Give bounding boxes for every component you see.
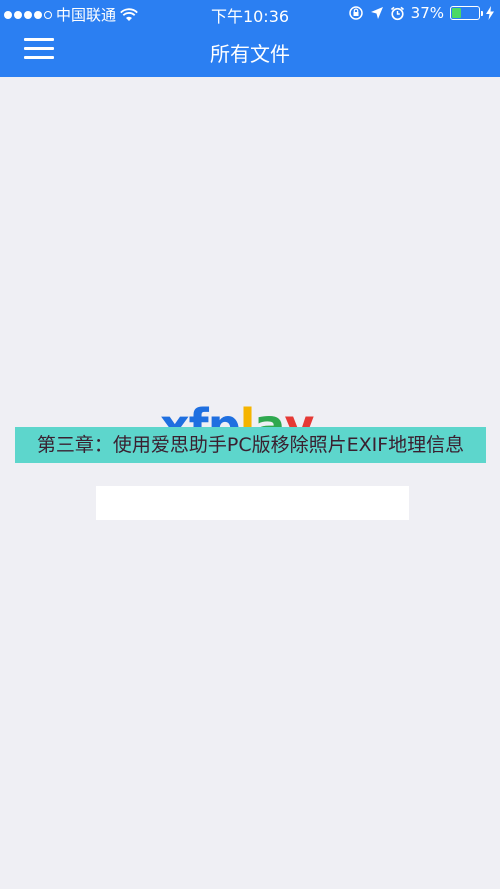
page-title: 所有文件 — [210, 42, 290, 66]
top-bar: 中国联通 下午10:36 37% 所有文件 — [0, 0, 500, 77]
alarm-icon — [390, 6, 404, 20]
location-arrow-icon — [370, 7, 383, 19]
battery-icon — [450, 6, 483, 20]
orientation-lock-icon — [348, 6, 363, 20]
blank-input-box — [96, 486, 409, 520]
navigation-bar: 所有文件 — [0, 26, 500, 77]
subtitle-caption: 第三章：使用爱思助手PC版移除照片EXIF地理信息 — [15, 427, 486, 463]
battery-fill — [452, 8, 461, 18]
charging-bolt-icon — [486, 6, 494, 20]
status-right: 37% — [348, 4, 494, 22]
status-bar: 中国联通 下午10:36 37% — [0, 0, 500, 26]
battery-percent: 37% — [410, 4, 444, 22]
